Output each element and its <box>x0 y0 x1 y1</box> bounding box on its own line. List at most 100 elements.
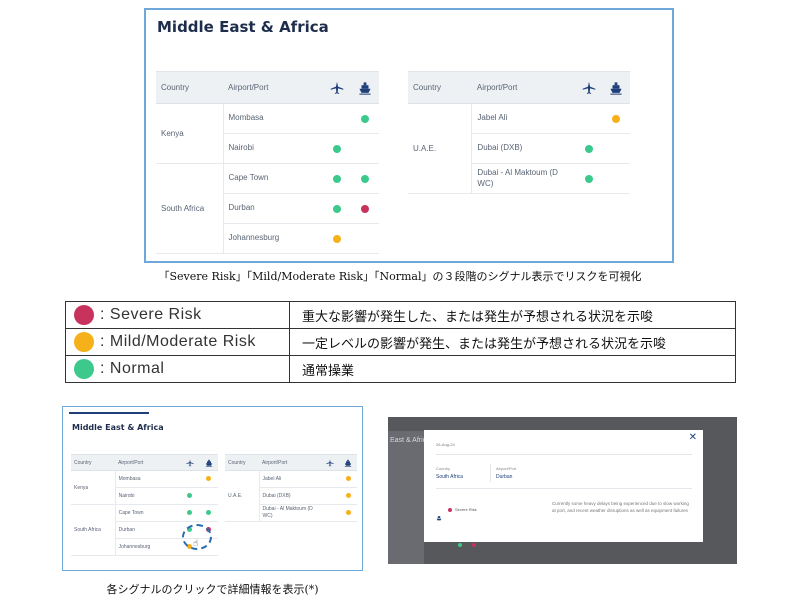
panel-title: Middle East & Africa <box>157 18 329 36</box>
airport-cell: Dubai - Al Maktoum (D WC) <box>471 163 575 194</box>
signal-moderate[interactable] <box>612 114 621 123</box>
header-sea <box>339 454 357 471</box>
country-value: South Africa <box>436 474 463 480</box>
signal-normal[interactable] <box>333 204 341 213</box>
signal-normal[interactable] <box>584 144 593 153</box>
air-signal-cell <box>574 163 603 194</box>
airport-cell: Dubai (DXB) <box>259 487 321 505</box>
country-cell: South Africa <box>156 163 224 254</box>
signal-normal[interactable] <box>333 174 341 183</box>
signal-severe[interactable] <box>361 204 369 213</box>
country-cell: Kenya <box>71 470 116 505</box>
legend-desc: 通常操業 <box>289 355 736 383</box>
header-sea <box>351 71 379 104</box>
country-label: Country <box>436 466 451 471</box>
signal-normal[interactable] <box>206 510 212 516</box>
signal-normal[interactable] <box>333 144 341 153</box>
legend-label: : Normal <box>100 360 165 378</box>
sea-signal-cell <box>351 103 379 134</box>
airport-cell: Nairobi <box>223 133 323 164</box>
signal-normal[interactable] <box>187 493 193 499</box>
country-cell: U.A.E. <box>408 103 473 194</box>
panel-tab-indicator <box>69 412 149 414</box>
legend-key: : Mild/Moderate Risk <box>65 328 290 356</box>
country-cell: Kenya <box>156 103 224 164</box>
table-row: Kenya Mombasa <box>71 470 218 505</box>
sea-signal-cell <box>339 470 357 488</box>
air-signal-cell <box>321 504 339 522</box>
airport-value: Durban <box>496 474 513 480</box>
legend-dot-severe <box>74 305 94 325</box>
airport-cell: Johannesburg <box>223 223 323 254</box>
signal-moderate[interactable] <box>345 493 351 499</box>
header-sea <box>602 71 630 104</box>
modal-col-divider <box>490 464 491 482</box>
header-country: Country <box>156 71 223 104</box>
signal-normal[interactable] <box>361 174 369 183</box>
airport-label: Airport/Port <box>496 466 517 471</box>
close-icon[interactable]: ✕ <box>689 432 697 443</box>
legend-row-moderate: : Mild/Moderate Risk 一定レベルの影響が発生、または発生が予想… <box>65 328 736 356</box>
caption-bottom: 各シグナルのクリックで詳細情報を表示(*) <box>106 583 319 596</box>
backdrop-dot-green <box>458 543 462 547</box>
table-header-row: Country Airport/Port <box>71 454 218 471</box>
air-signal-cell <box>574 133 603 164</box>
air-signal-cell <box>323 223 351 254</box>
signal-moderate[interactable] <box>345 476 351 482</box>
header-airport: Airport/Port <box>471 71 575 104</box>
airport-cell: Mombasa <box>115 470 181 488</box>
sea-signal-cell <box>602 133 630 164</box>
table-header-row: Country Airport/Port <box>408 71 630 104</box>
detail-modal: ✕ 26-Aug-24 Country South Africa Airport… <box>424 430 703 542</box>
airport-cell: Jabel Ali <box>471 103 575 134</box>
air-signal-cell <box>180 504 200 522</box>
hand-cursor-icon: ☝ <box>193 539 199 549</box>
table-row: U.A.E. Jabel Ali <box>225 470 357 522</box>
table-row: South Africa Cape Town <box>156 163 379 254</box>
sea-signal-cell <box>339 487 357 505</box>
header-country: Country <box>225 454 259 471</box>
legend-desc: 重大な影響が発生した、または発生が予想される状況を示唆 <box>289 301 736 329</box>
air-signal-cell <box>180 487 200 505</box>
table-row: Kenya Mombasa <box>156 103 379 164</box>
legend-dot-moderate <box>74 332 94 352</box>
air-signal-cell <box>323 103 351 134</box>
risk-dot-severe <box>448 508 452 512</box>
panel-title-small: Middle East & Africa <box>72 423 164 432</box>
signal-moderate[interactable] <box>206 476 212 482</box>
airport-cell: Cape Town <box>223 163 323 194</box>
ship-icon <box>610 81 622 95</box>
caption-top: 「Severe Risk」「Mild/Moderate Risk」「Normal… <box>158 270 642 283</box>
country-cell: U.A.E. <box>225 470 260 522</box>
risk-table-right: Country Airport/Port U.A.E. Jabel Ali Dubai … <box>408 71 630 194</box>
legend-label: : Severe Risk <box>100 306 202 324</box>
legend-desc: 一定レベルの影響が発生、または発生が予想される状況を示唆 <box>289 328 736 356</box>
risk-panel-top: Middle East & Africa Country Airport/Port… <box>144 8 674 263</box>
air-signal-cell <box>323 163 351 194</box>
sea-signal-cell <box>602 103 630 134</box>
air-signal-cell <box>180 470 200 488</box>
legend-row-severe: : Severe Risk 重大な影響が発生した、または発生が予想される状況を示唆 <box>65 301 736 329</box>
airport-cell: Johannesburg <box>115 538 181 556</box>
signal-moderate[interactable] <box>345 510 351 516</box>
backdrop-panel <box>388 431 424 564</box>
air-signal-cell <box>321 487 339 505</box>
modal-divider <box>436 454 692 455</box>
header-air <box>321 454 339 471</box>
table-header-row: Country Airport/Port <box>225 454 357 471</box>
risk-table-left: Country Airport/Port Kenya Mombasa Nairobi So… <box>156 71 379 254</box>
signal-normal[interactable] <box>361 114 369 123</box>
backdrop-dot-red <box>472 543 476 547</box>
signal-normal[interactable] <box>187 510 193 516</box>
modal-divider-2 <box>436 488 692 489</box>
signal-moderate[interactable] <box>333 234 341 243</box>
risk-panel-small: Middle East & Africa Country Airport/Port… <box>62 406 363 571</box>
ship-icon <box>205 459 212 467</box>
air-signal-cell <box>574 103 603 134</box>
air-signal-cell <box>321 470 339 488</box>
signal-normal[interactable] <box>584 174 593 183</box>
sea-signal-cell <box>351 193 379 224</box>
table-row: U.A.E. Jabel Ali <box>408 103 630 194</box>
sea-signal-cell <box>602 163 630 194</box>
airport-cell: Dubai (DXB) <box>471 133 575 164</box>
